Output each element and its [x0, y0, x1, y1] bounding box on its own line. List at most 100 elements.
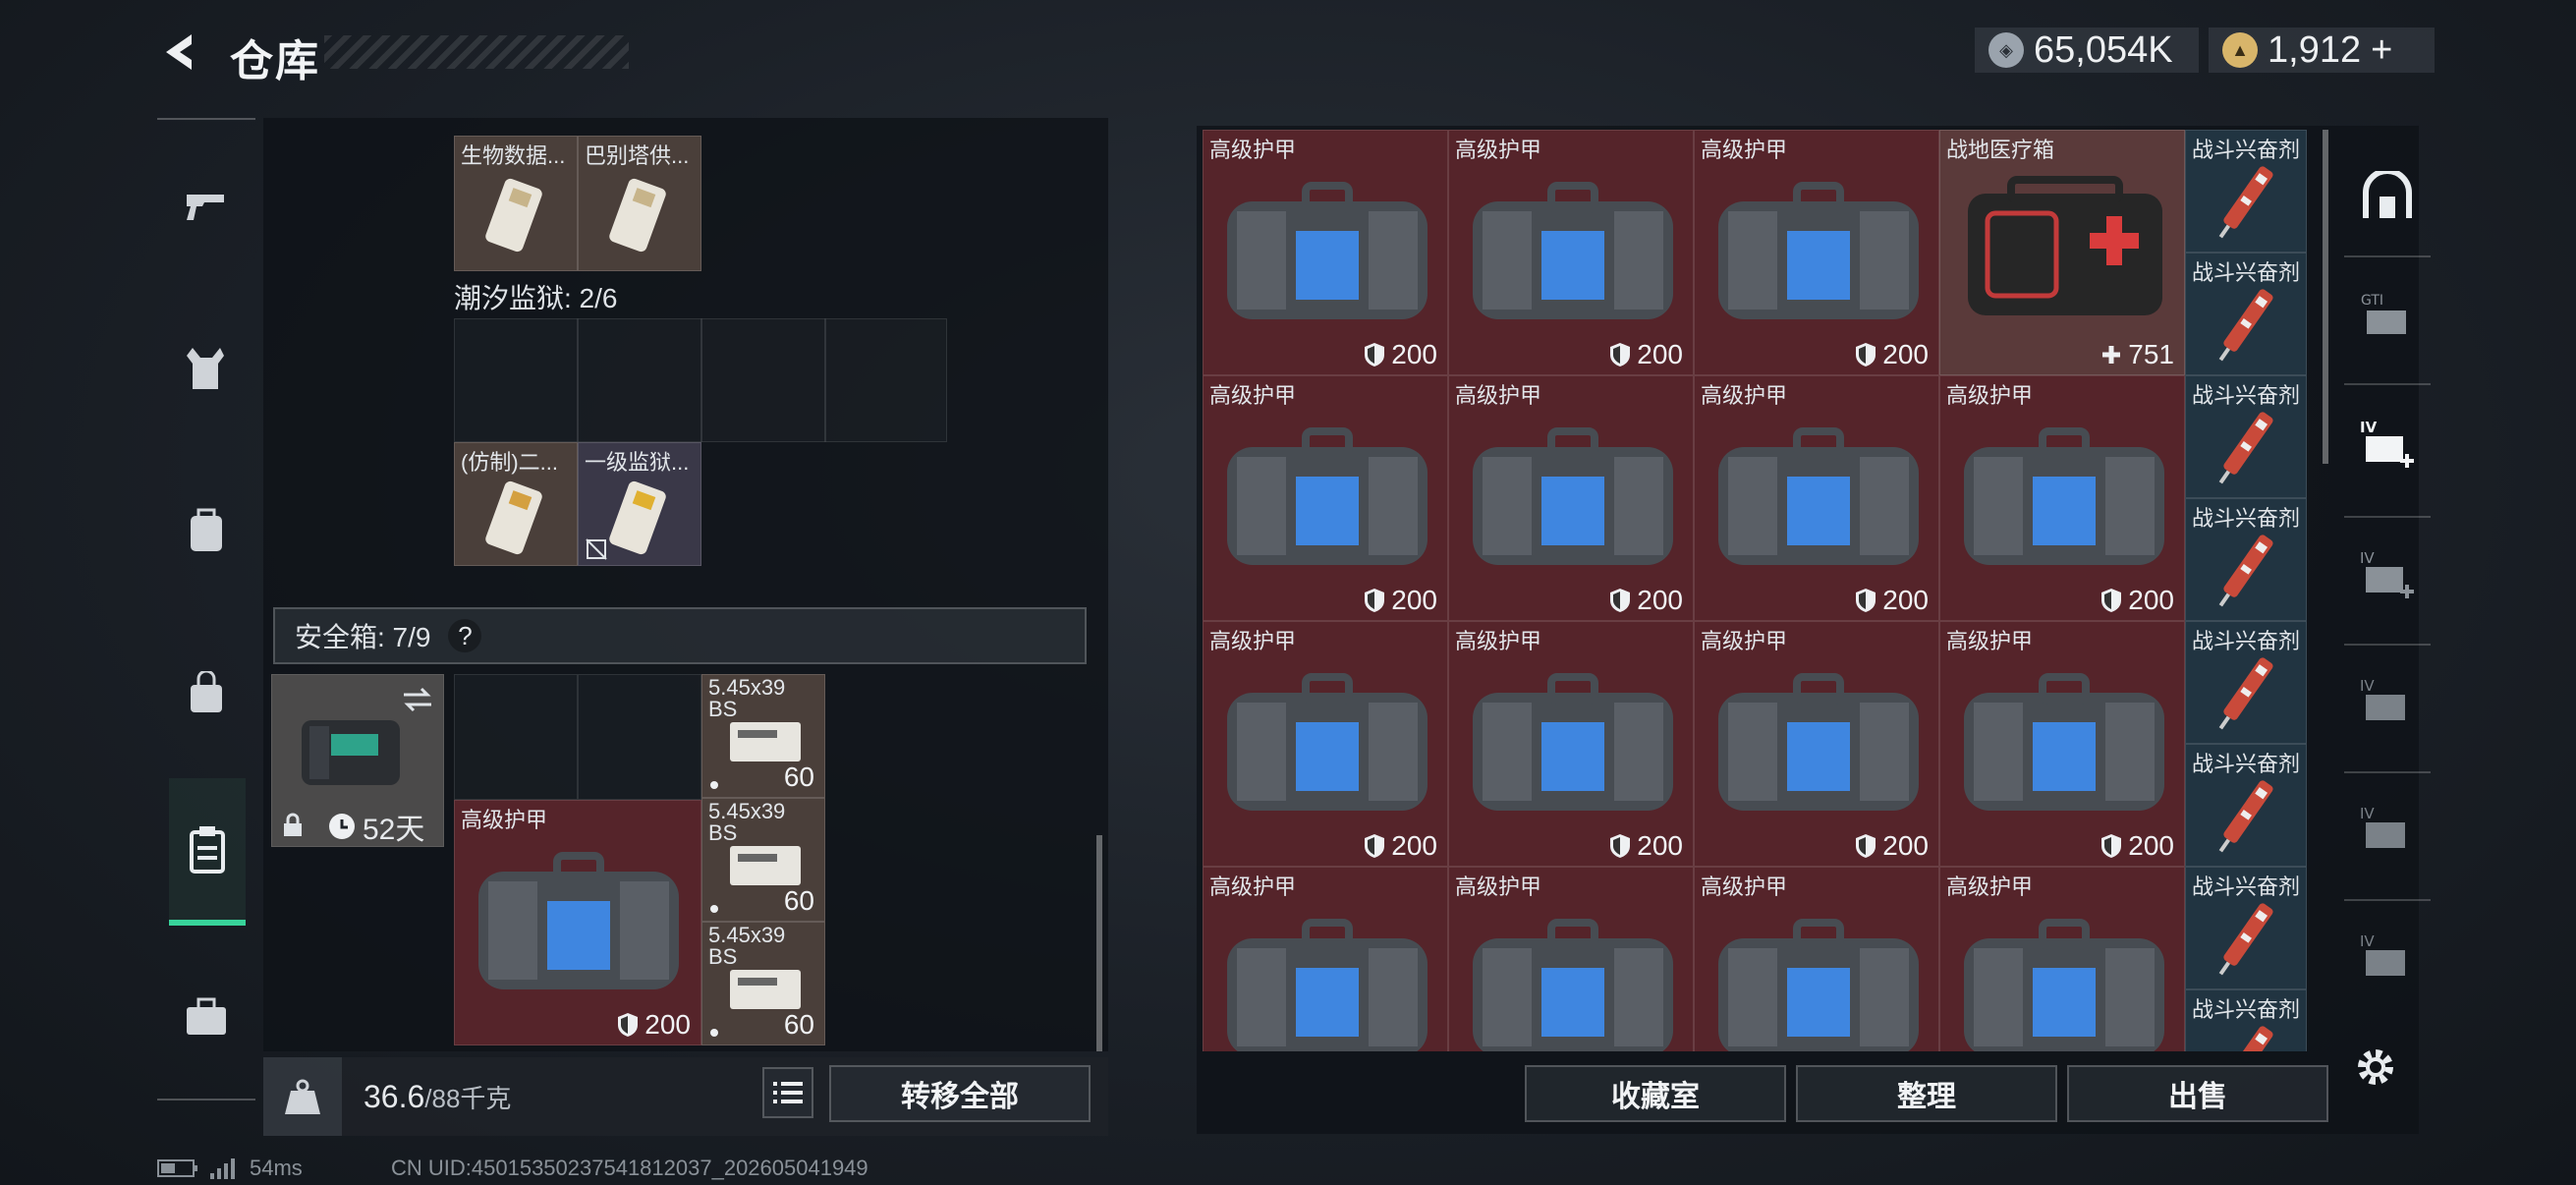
- stash-armor-item[interactable]: 高级护甲200: [1694, 130, 1939, 375]
- item-label: 高级护甲: [1209, 629, 1297, 653]
- stash-armor-item[interactable]: 高级护甲200: [1203, 130, 1448, 375]
- stash-stim-item[interactable]: 战斗兴奋剂: [2185, 744, 2307, 867]
- svg-text:IV: IV: [2360, 932, 2375, 950]
- stash-armor-item[interactable]: 高级护甲200: [1203, 621, 1448, 867]
- currency-add-button[interactable]: +: [2371, 29, 2392, 72]
- armor-bag-icon: [1227, 919, 1428, 1051]
- armor-durability: 200: [617, 1009, 691, 1041]
- stash-medkit-item[interactable]: 战地医疗箱 751: [1939, 130, 2185, 375]
- stash-stim-item[interactable]: 战斗兴奋剂: [2185, 498, 2307, 621]
- nav-weapons[interactable]: [167, 167, 246, 246]
- prison-counter: 潮汐监狱: 2/6: [454, 283, 618, 313]
- lock-icon: [284, 813, 302, 836]
- nav-armor[interactable]: [167, 329, 246, 408]
- dot-icon: [710, 1029, 718, 1037]
- stash-page-1[interactable]: [2348, 157, 2427, 236]
- nav-backpack[interactable]: [167, 491, 246, 570]
- stash-armor-item[interactable]: 高级护甲200: [1448, 867, 1694, 1051]
- stash-armor-item[interactable]: 高级护甲 200: [1939, 375, 2185, 621]
- medkit-icon: [1968, 176, 2162, 315]
- stash-armor-item[interactable]: 高级护甲200: [1203, 867, 1448, 1051]
- safe-ammo-item[interactable]: 5.45x39 BS 60: [701, 798, 825, 922]
- stash-armor-item[interactable]: 高级护甲200: [1203, 375, 1448, 621]
- sell-button[interactable]: 出售: [2067, 1065, 2328, 1122]
- item-label: 高级护甲: [1455, 383, 1542, 408]
- backpack-icon: [191, 508, 222, 551]
- nav-safebox[interactable]: [169, 778, 246, 926]
- armor-bag-icon: [1718, 919, 1919, 1051]
- stash-page-4[interactable]: IV: [2348, 536, 2427, 614]
- item-babel-tower[interactable]: 巴别塔供...: [578, 136, 701, 271]
- folder-icon: IV: [2360, 677, 2405, 720]
- sort-button[interactable]: 整理: [1796, 1065, 2057, 1122]
- collection-room-button[interactable]: 收藏室: [1525, 1065, 1786, 1122]
- vest-icon: [187, 348, 224, 389]
- stash-armor-item[interactable]: 高级护甲200: [1448, 130, 1694, 375]
- stash-scrollbar[interactable]: [2323, 130, 2328, 464]
- stash-armor-item[interactable]: 高级护甲200: [1939, 867, 2185, 1051]
- safe-ammo-item[interactable]: 5.45x39 BS 60: [701, 674, 825, 798]
- list-view-button[interactable]: [762, 1067, 813, 1118]
- item-label: 高级护甲: [1209, 875, 1297, 899]
- currency-gold[interactable]: ▲ 1,912 +: [2209, 28, 2435, 73]
- safe-armor-item[interactable]: 高级护甲 200: [454, 800, 701, 1045]
- nav-cases[interactable]: [167, 978, 246, 1056]
- swap-icon[interactable]: [400, 685, 435, 714]
- nav-helmet[interactable]: [167, 653, 246, 732]
- stash-stim-item[interactable]: 战斗兴奋剂: [2185, 867, 2307, 989]
- settings-button[interactable]: [2350, 1042, 2401, 1093]
- case-icon: GTI: [2361, 293, 2406, 334]
- ammo-box-icon: [730, 846, 801, 885]
- item-bio-data[interactable]: 生物数据...: [454, 136, 578, 271]
- item-label: 高级护甲: [1946, 383, 2034, 408]
- stash-armor-item[interactable]: 高级护甲200: [1448, 375, 1694, 621]
- item-prison-card[interactable]: 一级监狱...: [578, 442, 701, 566]
- stash-page-2[interactable]: GTI: [2348, 275, 2427, 354]
- stash-page-6[interactable]: IV: [2348, 791, 2427, 870]
- stash-stim-item[interactable]: 战斗兴奋剂: [2185, 130, 2307, 253]
- stash-page-5[interactable]: IV: [2348, 663, 2427, 742]
- shield-icon: [1856, 834, 1876, 858]
- help-button[interactable]: ?: [448, 619, 482, 652]
- armor-bag-icon: [1473, 427, 1673, 565]
- stash-page-7[interactable]: IV: [2348, 919, 2427, 997]
- item-label: 高级护甲: [1701, 875, 1788, 899]
- stash-stim-item[interactable]: 战斗兴奋剂: [2185, 253, 2307, 375]
- safe-empty-slot: [578, 674, 701, 800]
- dot-icon: [710, 905, 718, 913]
- shield-icon: [1365, 343, 1385, 367]
- safebox-icon: [302, 720, 400, 785]
- shield-icon: [618, 1013, 639, 1037]
- armor-bag-icon: [1964, 427, 2164, 565]
- item-label: 高级护甲: [1455, 875, 1542, 899]
- stash-armor-item[interactable]: 高级护甲200: [1939, 621, 2185, 867]
- stash-stim-item[interactable]: 战斗兴奋剂: [2185, 375, 2307, 498]
- shield-icon: [1610, 343, 1631, 367]
- left-scrollbar[interactable]: [1096, 835, 1102, 1051]
- stash-armor-item[interactable]: 高级护甲200: [1694, 867, 1939, 1051]
- armor-durability: 200: [1364, 339, 1437, 370]
- safe-ammo-item[interactable]: 5.45x39 BS 60: [701, 922, 825, 1045]
- clock-icon: [329, 814, 355, 839]
- syringe-icon: [2218, 412, 2273, 484]
- item-label: 高级护甲: [1701, 383, 1788, 408]
- armor-durability: 200: [1855, 830, 1929, 862]
- safebox-slot[interactable]: 52天: [271, 674, 444, 847]
- card-icon: [609, 178, 666, 253]
- item-replica-card[interactable]: (仿制)二...: [454, 442, 578, 566]
- stash-armor-item[interactable]: 高级护甲200: [1694, 375, 1939, 621]
- syringe-icon: [2223, 1026, 2273, 1051]
- medkit-charges: 751: [2100, 339, 2174, 370]
- stash-armor-item[interactable]: 高级护甲200: [1694, 621, 1939, 867]
- armor-bag-icon: [1473, 673, 1673, 811]
- vault-icon: [2363, 171, 2412, 218]
- back-button[interactable]: [155, 28, 204, 77]
- stash-page-3[interactable]: IV: [2348, 405, 2427, 483]
- armor-durability: 200: [2100, 585, 2174, 616]
- stash-stim-item[interactable]: 战斗兴奋剂: [2185, 621, 2307, 744]
- armor-bag-icon: [478, 852, 679, 989]
- transfer-all-button[interactable]: 转移全部: [829, 1065, 1091, 1122]
- armor-durability: 200: [1609, 830, 1683, 862]
- stash-armor-item[interactable]: 高级护甲200: [1448, 621, 1694, 867]
- stash-stim-item[interactable]: 战斗兴奋剂: [2185, 989, 2307, 1051]
